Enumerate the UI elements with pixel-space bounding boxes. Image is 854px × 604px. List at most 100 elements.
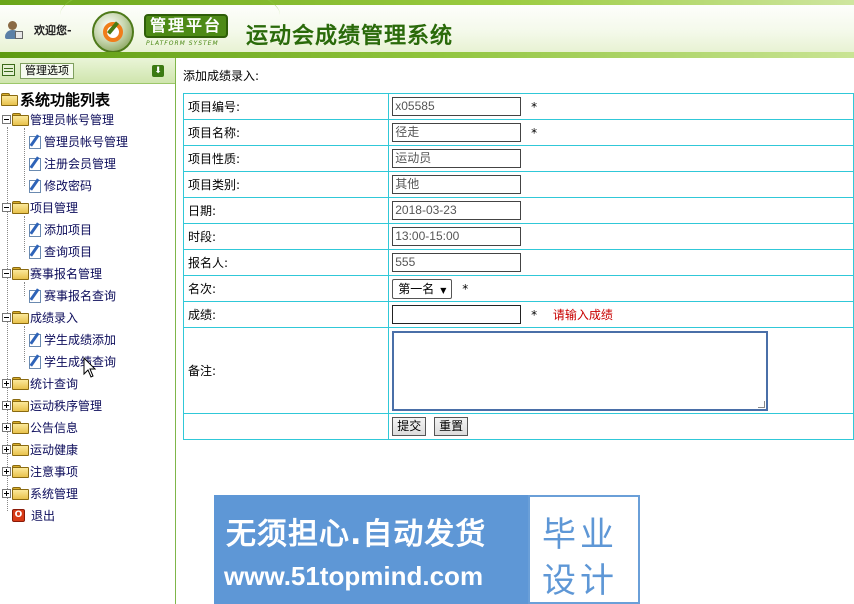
sidebar-header: 管理选项 ⬇ [0,58,175,84]
tree-group-label: 公告信息 [30,420,79,435]
score-input[interactable] [392,305,522,324]
field-label-time-slot: 时段: [182,223,390,250]
project-no-input[interactable]: x05585 [392,97,522,116]
required-mark: * [531,125,538,140]
dropdown-arrow-icon: ▼ [440,285,447,295]
tree-line [24,326,25,362]
folder-icon [12,465,29,478]
expand-toggle-icon[interactable] [2,488,11,498]
form-row: 提交 重置 [182,413,854,440]
edit-page-icon [28,288,42,303]
form-row: 日期: 2018-03-23 [182,197,854,224]
folder-open-icon [12,113,29,126]
tree-group-announcements[interactable]: 公告信息 [2,418,78,436]
tree-group-label: 项目管理 [30,200,79,215]
tree-item-registration-query[interactable]: 赛事报名查询 [28,286,116,304]
tree-item-query-project[interactable]: 查询项目 [28,242,92,260]
rank-select[interactable]: 第一名 ▼ [392,278,453,299]
collapse-toggle-icon[interactable] [2,312,11,322]
platform-subtitle: PLATFORM SYSTEM [146,40,219,47]
field-label-project-category: 项目类别: [182,171,390,198]
tree-line [24,216,25,252]
tree-item-label: 注册会员管理 [44,156,117,171]
tree-root[interactable]: 系统功能列表 [0,90,111,109]
tree-item-label: 添加项目 [44,222,93,237]
collapse-toggle-icon[interactable] [2,268,11,278]
tree-group-label: 管理员帐号管理 [30,112,115,127]
field-label-project-name: 项目名称: [182,119,390,146]
collapse-toggle-icon[interactable] [2,114,11,124]
platform-badge: 管理平台 [144,14,228,38]
date-input[interactable]: 2018-03-23 [392,201,522,220]
watermark-left: 无须担心.自动发货 www.51topmind.com [214,495,528,604]
field-label-rank: 名次: [182,275,390,302]
time-slot-input[interactable]: 13:00-15:00 [392,227,522,246]
watermark-text-bottom: 设计 [542,561,618,601]
tree-item-add-score[interactable]: 学生成绩添加 [28,330,116,348]
form-row: 项目类别: 其他 [182,171,854,198]
project-name-input[interactable]: 径走 [392,123,522,142]
registrant-input[interactable]: 555 [392,253,522,272]
expand-toggle-icon[interactable] [2,466,11,476]
tree-line [24,282,25,296]
tree-item-logout[interactable]: O 退出 [12,506,55,524]
folder-icon [12,421,29,434]
folder-open-icon [1,93,18,106]
tree-group-admin-account[interactable]: 管理员帐号管理 [2,110,114,128]
page-title: 添加成绩录入: [183,69,260,83]
form-row: 名次: 第一名 ▼ * [182,275,854,302]
tree-group-registration[interactable]: 赛事报名管理 [2,264,102,282]
tree-root-label: 系统功能列表 [20,90,111,109]
folder-open-icon [12,267,29,280]
form-row: 时段: 13:00-15:00 [182,223,854,250]
tree-item-member-manage[interactable]: 注册会员管理 [28,154,116,172]
edit-page-icon [28,354,42,369]
project-category-input[interactable]: 其他 [392,175,522,194]
tree-item-label: 学生成绩查询 [44,354,117,369]
tree-item-label: 修改密码 [44,178,93,193]
required-mark: * [531,99,538,114]
tree-item-label: 赛事报名查询 [44,288,117,303]
watermark-url: www.51topmind.com [224,561,484,591]
folder-icon [12,443,29,456]
sidebar: 管理选项 ⬇ 系统功能列表 管理员帐号管理 管理员帐号管理 注册会员管理 修改密… [0,58,176,604]
tree-group-system[interactable]: 系统管理 [2,484,78,502]
tree-group-notes[interactable]: 注意事项 [2,462,78,480]
form-row: 备注: [182,327,854,414]
header-banner: 欢迎您- 管理平台 PLATFORM SYSTEM 运动会成绩管理系统 [0,0,854,58]
expand-toggle-icon[interactable] [2,378,11,388]
tree-group-label: 系统管理 [30,486,79,501]
form-row: 项目编号: x05585 * [182,93,854,120]
submit-button[interactable]: 提交 [392,417,427,436]
project-nature-input[interactable]: 运动员 [392,149,522,168]
logo-icon [92,11,134,53]
tree-group-order[interactable]: 运动秩序管理 [2,396,102,414]
remark-textarea[interactable] [392,330,769,411]
expand-toggle-icon[interactable] [2,444,11,454]
score-hint: 请输入成绩 [552,308,613,322]
folder-open-icon [12,311,29,324]
watermark-text-top: 毕业 [542,515,618,555]
tree-group-health[interactable]: 运动健康 [2,440,78,458]
panel-icon [2,64,15,76]
tree-group-label: 统计查询 [30,376,79,391]
folder-icon [12,377,29,390]
collapse-arrow-icon[interactable]: ⬇ [152,65,164,77]
tree-item-query-score[interactable]: 学生成绩查询 [28,352,116,370]
tree-group-label: 运动健康 [30,442,79,457]
tree-group-score-entry[interactable]: 成绩录入 [2,308,78,326]
collapse-toggle-icon[interactable] [2,202,11,212]
power-icon: O [12,508,25,522]
logout-label: 退出 [31,508,56,523]
sidebar-panel-label[interactable]: 管理选项 [20,63,74,79]
expand-toggle-icon[interactable] [2,400,11,410]
tree-item-add-project[interactable]: 添加项目 [28,220,92,238]
tree-item-admin-account-manage[interactable]: 管理员帐号管理 [28,132,128,150]
tree-group-project[interactable]: 项目管理 [2,198,78,216]
tree-group-statistics[interactable]: 统计查询 [2,374,78,392]
required-mark: * [531,307,538,322]
expand-toggle-icon[interactable] [2,422,11,432]
tree-item-change-password[interactable]: 修改密码 [28,176,92,194]
reset-button[interactable]: 重置 [434,417,469,436]
edit-page-icon [28,134,42,149]
